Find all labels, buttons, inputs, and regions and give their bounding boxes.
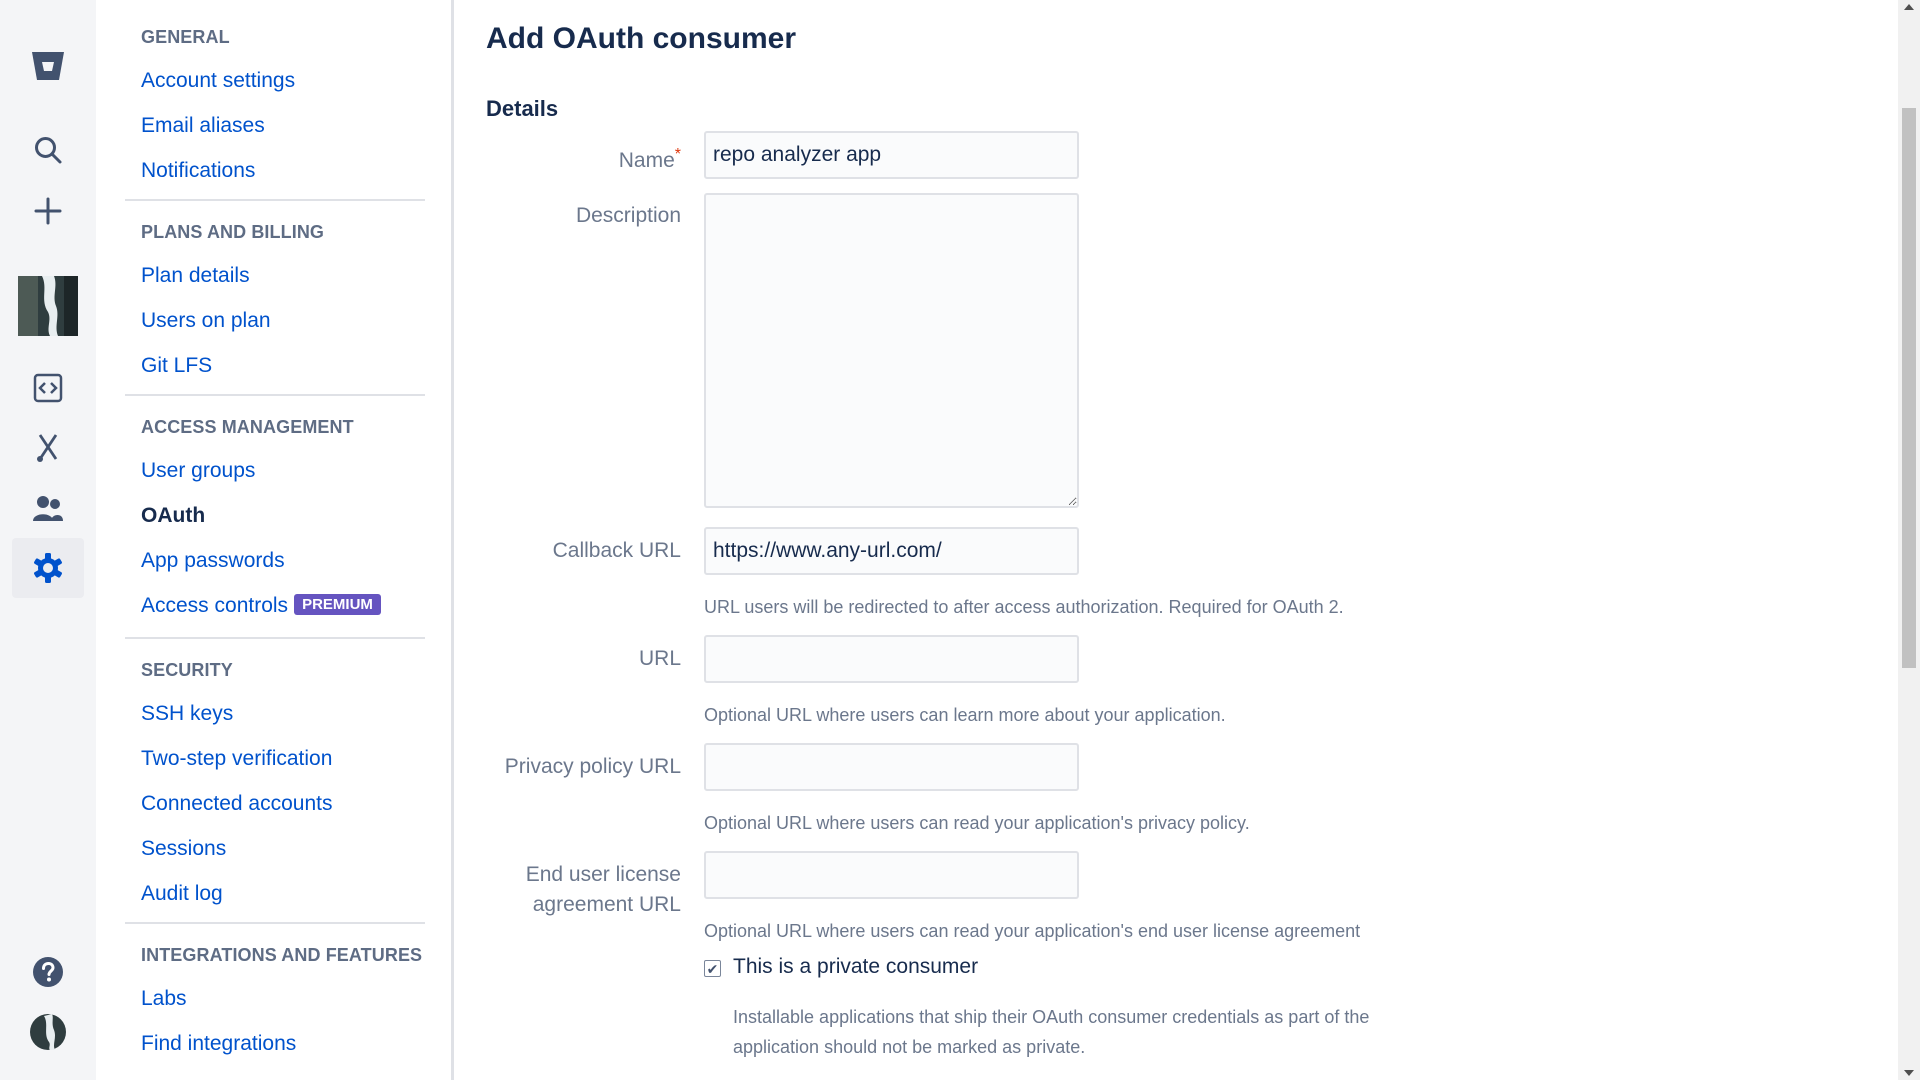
description-textarea[interactable] [704,193,1079,508]
privacy-policy-url-input[interactable] [704,743,1079,791]
sidebar-item-audit-log[interactable]: Audit log [141,882,223,906]
sidebar-divider [125,637,425,639]
private-consumer-help: Installable applications that ship their… [733,1007,1370,1057]
plus-icon[interactable] [12,181,84,241]
people-icon[interactable] [12,478,84,538]
sidebar-heading-security: SECURITY [141,660,233,680]
sidebar-heading-plans-billing: PLANS AND BILLING [141,222,325,242]
sidebar-item-label: Access controls [141,594,289,617]
private-consumer-checkbox[interactable]: ✔ [704,960,721,977]
section-title-details: Details [486,96,559,121]
sidebar-divider [125,922,425,924]
eula-url-input[interactable] [704,851,1079,899]
sidebar-item-labs[interactable]: Labs [141,987,187,1011]
required-asterisk: * [674,146,681,163]
scrollbar-thumb[interactable] [1902,108,1916,668]
premium-badge: PREMIUM [294,594,381,615]
callback-url-help: URL users will be redirected to after ac… [704,597,1344,617]
sidebar-item-access-controls[interactable]: Access controls PREMIUM [141,594,381,618]
code-icon[interactable] [12,358,84,418]
sidebar-item-email-aliases[interactable]: Email aliases [141,114,265,138]
privacy-policy-url-label: Privacy policy URL [504,755,681,778]
sidebar-heading-integrations: INTEGRATIONS AND FEATURES [141,945,423,965]
sidebar-item-connected-accounts[interactable]: Connected accounts [141,792,332,816]
bitbucket-logo-icon[interactable] [12,36,84,96]
workspace-avatar[interactable] [12,276,84,336]
url-label: URL [638,647,681,670]
tools-icon[interactable] [12,418,84,478]
sidebar-divider [125,394,425,396]
callback-url-input[interactable] [704,527,1079,575]
sidebar-heading-access-management: ACCESS MANAGEMENT [141,417,354,437]
page-scrollbar[interactable] [1898,0,1920,1080]
private-consumer-label[interactable]: This is a private consumer [733,955,978,979]
gear-icon[interactable] [12,538,84,598]
sidebar-item-find-integrations[interactable]: Find integrations [141,1032,296,1056]
sidebar-item-user-groups[interactable]: User groups [141,459,255,483]
search-icon[interactable] [12,120,84,180]
sidebar-heading-general: GENERAL [141,27,230,47]
user-avatar[interactable] [12,1002,84,1062]
main-content: Add OAuth consumer Details Name* Descrip… [486,0,1866,1080]
sidebar-item-sessions[interactable]: Sessions [141,837,226,861]
url-input[interactable] [704,635,1079,683]
sidebar-divider [125,199,425,201]
scroll-down-arrow-icon[interactable] [1904,1070,1914,1076]
sidebar-item-plan-details[interactable]: Plan details [141,264,250,288]
callback-url-label: Callback URL [552,539,681,562]
sidebar-item-users-on-plan[interactable]: Users on plan [141,309,271,333]
eula-url-help: Optional URL where users can read your a… [704,921,1361,941]
sidebar-item-notifications[interactable]: Notifications [141,159,255,183]
eula-url-label: End user license agreement URL [486,860,681,920]
sidebar-item-oauth[interactable]: OAuth [141,504,205,528]
sidebar-item-git-lfs[interactable]: Git LFS [141,354,212,378]
eula-url-label-line2: agreement URL [532,893,681,916]
help-icon[interactable] [12,942,84,1002]
name-input[interactable] [704,131,1079,179]
name-label-text: Name [618,149,675,172]
sidebar-item-ssh-keys[interactable]: SSH keys [141,702,233,726]
global-nav-rail [0,0,96,1080]
sidebar-item-account-settings[interactable]: Account settings [141,69,295,93]
eula-url-label-line1: End user license [525,863,681,886]
sidebar-item-app-passwords[interactable]: App passwords [141,549,285,573]
name-label: Name* [486,140,681,176]
check-icon: ✔ [706,960,719,977]
scroll-up-arrow-icon[interactable] [1904,4,1914,10]
url-help: Optional URL where users can learn more … [704,705,1226,725]
privacy-policy-url-help: Optional URL where users can read your a… [704,813,1250,833]
sidebar-item-two-step-verification[interactable]: Two-step verification [141,747,332,771]
page-title: Add OAuth consumer [486,22,797,55]
settings-sidebar: GENERAL Account settings Email aliases N… [96,0,454,1080]
description-label: Description [575,204,681,227]
